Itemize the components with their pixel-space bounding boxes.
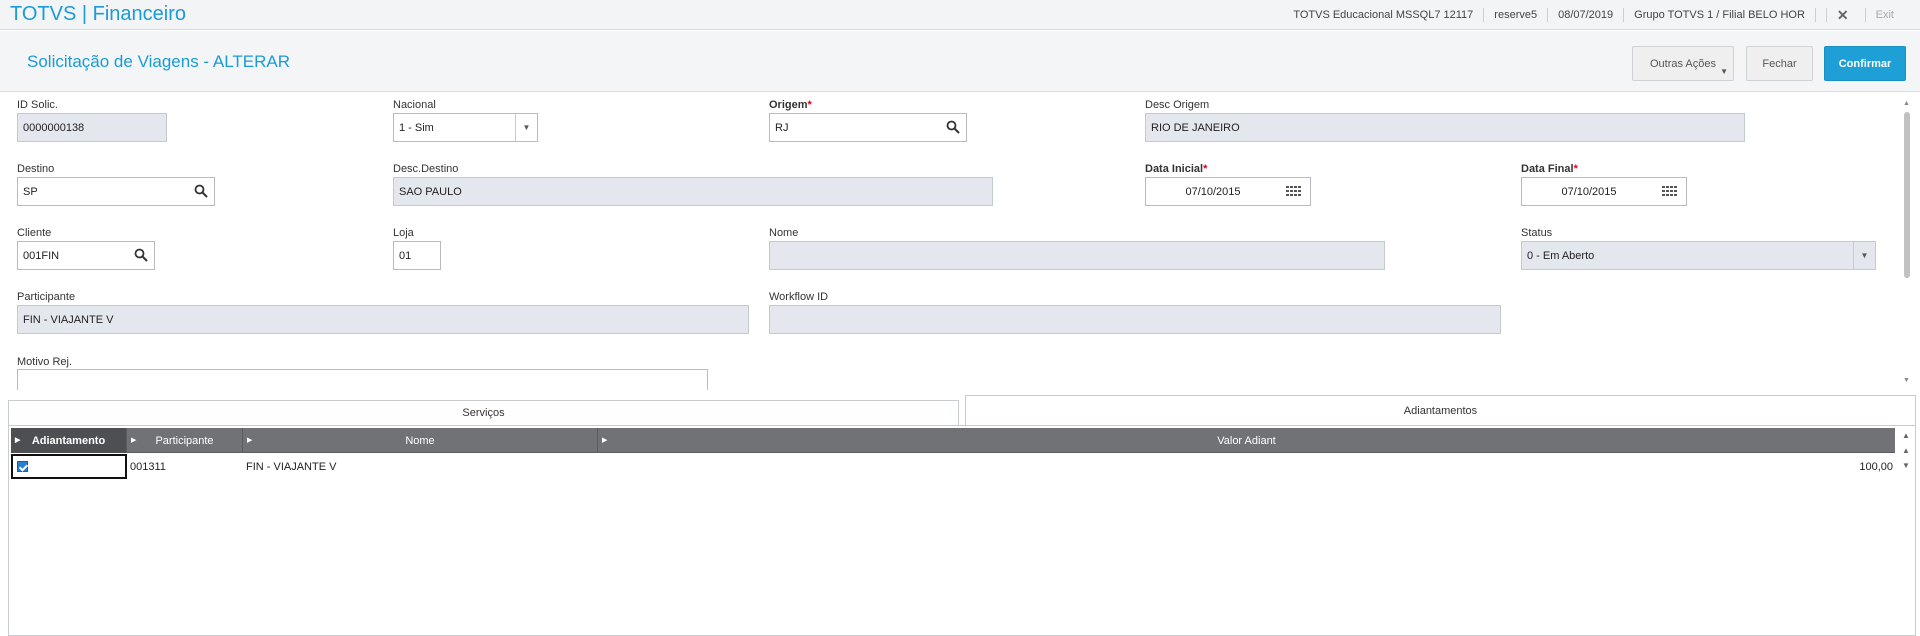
id-solic-field[interactable]: 0000000138 — [17, 113, 167, 142]
id-solic-label: ID Solic. — [17, 99, 58, 111]
nacional-select[interactable]: 1 - Sim ▼ — [393, 113, 538, 142]
data-inicial-label: Data Inicial* — [1145, 163, 1208, 175]
table-row[interactable]: 001311 FIN - VIAJANTE V 100,00 — [11, 454, 1895, 479]
scroll-down-icon[interactable]: ▼ — [1903, 377, 1910, 384]
confirm-label: Confirmar — [1838, 57, 1892, 70]
branch-label[interactable]: Grupo TOTVS 1 / Filial BELO HOR — [1623, 8, 1815, 22]
column-header-adiantamento[interactable]: ▶ Adiantamento — [11, 428, 127, 453]
other-actions-button[interactable]: Outras Ações ▼ — [1632, 46, 1734, 81]
participante-field[interactable]: FIN - VIAJANTE V — [17, 305, 749, 334]
origem-value: RJ — [775, 121, 789, 134]
desc-destino-label: Desc.Destino — [393, 163, 459, 175]
loja-input[interactable]: 01 — [393, 241, 441, 270]
desc-origem-value: RIO DE JANEIRO — [1151, 121, 1240, 134]
nome-field[interactable] — [769, 241, 1385, 270]
sort-icon: ▶ — [15, 437, 21, 444]
top-bar: TOTVS | Financeiro TOTVS Educacional MSS… — [0, 0, 1920, 30]
environment-label: TOTVS Educacional MSSQL7 12117 — [1293, 9, 1474, 21]
destino-value: SP — [23, 185, 38, 198]
desc-destino-field[interactable]: SAO PAULO — [393, 177, 993, 206]
scroll-top-icon[interactable]: ▲ — [1899, 428, 1913, 443]
search-icon[interactable] — [194, 184, 208, 198]
participante-value: FIN - VIAJANTE V — [23, 313, 114, 326]
scroll-down-icon[interactable]: ▼ — [1899, 458, 1913, 473]
motivo-rej-field[interactable] — [17, 369, 708, 390]
exit-label: Exit — [1864, 8, 1904, 22]
workflow-id-label: Workflow ID — [769, 291, 829, 303]
column-header-participante[interactable]: ▶ Participante — [127, 428, 243, 453]
nacional-value: 1 - Sim — [399, 121, 434, 134]
participante-label: Participante — [17, 291, 76, 303]
other-actions-label: Outras Ações — [1649, 57, 1717, 70]
nome-label: Nome — [769, 227, 799, 239]
cliente-input[interactable]: 001FIN — [17, 241, 155, 270]
travel-request-form: ID Solic. 0000000138 Nacional 1 - Sim ▼ … — [0, 92, 1920, 390]
data-final-input[interactable]: 07/10/2015 — [1521, 177, 1687, 206]
data-inicial-value: 07/10/2015 — [1185, 185, 1241, 198]
checkbox-checked-icon[interactable] — [17, 461, 28, 472]
sort-icon: ▶ — [602, 437, 608, 444]
destino-input[interactable]: SP — [17, 177, 215, 206]
form-scrollbar[interactable]: ▲ ▼ — [1902, 100, 1912, 390]
nacional-label: Nacional — [393, 99, 436, 111]
confirm-button[interactable]: Confirmar — [1824, 46, 1906, 81]
calendar-icon[interactable] — [1662, 186, 1678, 199]
scroll-up-icon[interactable]: ▲ — [1899, 443, 1913, 458]
cliente-value: 001FIN — [23, 249, 60, 262]
nome-cell[interactable]: FIN - VIAJANTE V — [243, 454, 598, 479]
status-select[interactable]: 0 - Em Aberto ▼ — [1521, 241, 1876, 270]
sort-icon: ▶ — [247, 437, 253, 444]
page-title: Solicitação de Viagens - ALTERAR — [27, 52, 291, 71]
tab-bar: Serviços Adiantamentos — [8, 393, 1916, 426]
origem-input[interactable]: RJ — [769, 113, 967, 142]
scrollbar-thumb[interactable] — [1904, 112, 1910, 278]
chevron-down-icon: ▼ — [515, 114, 537, 141]
data-final-label: Data Final* — [1521, 163, 1578, 175]
chevron-down-icon: ▼ — [1853, 242, 1875, 269]
grid-header: ▶ Adiantamento ▶ Participante ▶ Nome ▶ V… — [11, 428, 1895, 453]
destino-label: Destino — [17, 163, 55, 175]
scroll-up-icon[interactable]: ▲ — [1903, 100, 1910, 107]
loja-label: Loja — [393, 227, 414, 239]
desc-origem-field[interactable]: RIO DE JANEIRO — [1145, 113, 1745, 142]
close-button[interactable]: Fechar — [1746, 46, 1813, 81]
id-solic-value: 0000000138 — [23, 121, 85, 134]
session-info: TOTVS Educacional MSSQL7 12117 reserve5 … — [1283, 0, 1904, 30]
search-icon[interactable] — [134, 248, 148, 262]
calendar-icon[interactable] — [1286, 186, 1302, 199]
close-label: Fechar — [1762, 57, 1797, 70]
status-label: Status — [1521, 227, 1553, 239]
exit-button[interactable]: ✕ Exit — [1814, 8, 1904, 22]
desc-origem-label: Desc Origem — [1145, 99, 1210, 111]
desc-destino-value: SAO PAULO — [399, 185, 462, 198]
status-value: 0 - Em Aberto — [1527, 249, 1595, 262]
advances-grid: ▶ Adiantamento ▶ Participante ▶ Nome ▶ V… — [8, 425, 1916, 636]
sort-icon: ▶ — [131, 437, 137, 444]
origem-label: Origem* — [769, 99, 812, 111]
column-header-valor[interactable]: ▶ Valor Adiant — [598, 428, 1895, 453]
search-icon[interactable] — [946, 120, 960, 134]
cliente-label: Cliente — [17, 227, 52, 239]
loja-value: 01 — [399, 249, 412, 262]
workflow-id-field[interactable] — [769, 305, 1501, 334]
user-label: reserve5 — [1483, 8, 1547, 22]
motivo-rej-label: Motivo Rej. — [17, 356, 73, 368]
valor-cell[interactable]: 100,00 — [598, 454, 1895, 479]
chevron-down-icon: ▼ — [1720, 67, 1728, 76]
date-label: 08/07/2019 — [1547, 8, 1623, 22]
data-inicial-input[interactable]: 07/10/2015 — [1145, 177, 1311, 206]
tab-servicos[interactable]: Serviços — [8, 400, 959, 426]
tab-adiantamentos[interactable]: Adiantamentos — [965, 395, 1916, 426]
page-header: Solicitação de Viagens - ALTERAR Outras … — [0, 31, 1920, 92]
grid-scrollbar[interactable]: ▲ ▲ ▼ — [1899, 428, 1913, 488]
close-icon: ✕ — [1825, 8, 1859, 22]
participante-cell[interactable]: 001311 — [127, 454, 243, 479]
adiantamento-cell[interactable] — [11, 454, 127, 479]
app-title: TOTVS | Financeiro — [10, 3, 186, 25]
column-header-nome[interactable]: ▶ Nome — [243, 428, 598, 453]
data-final-value: 07/10/2015 — [1561, 185, 1617, 198]
